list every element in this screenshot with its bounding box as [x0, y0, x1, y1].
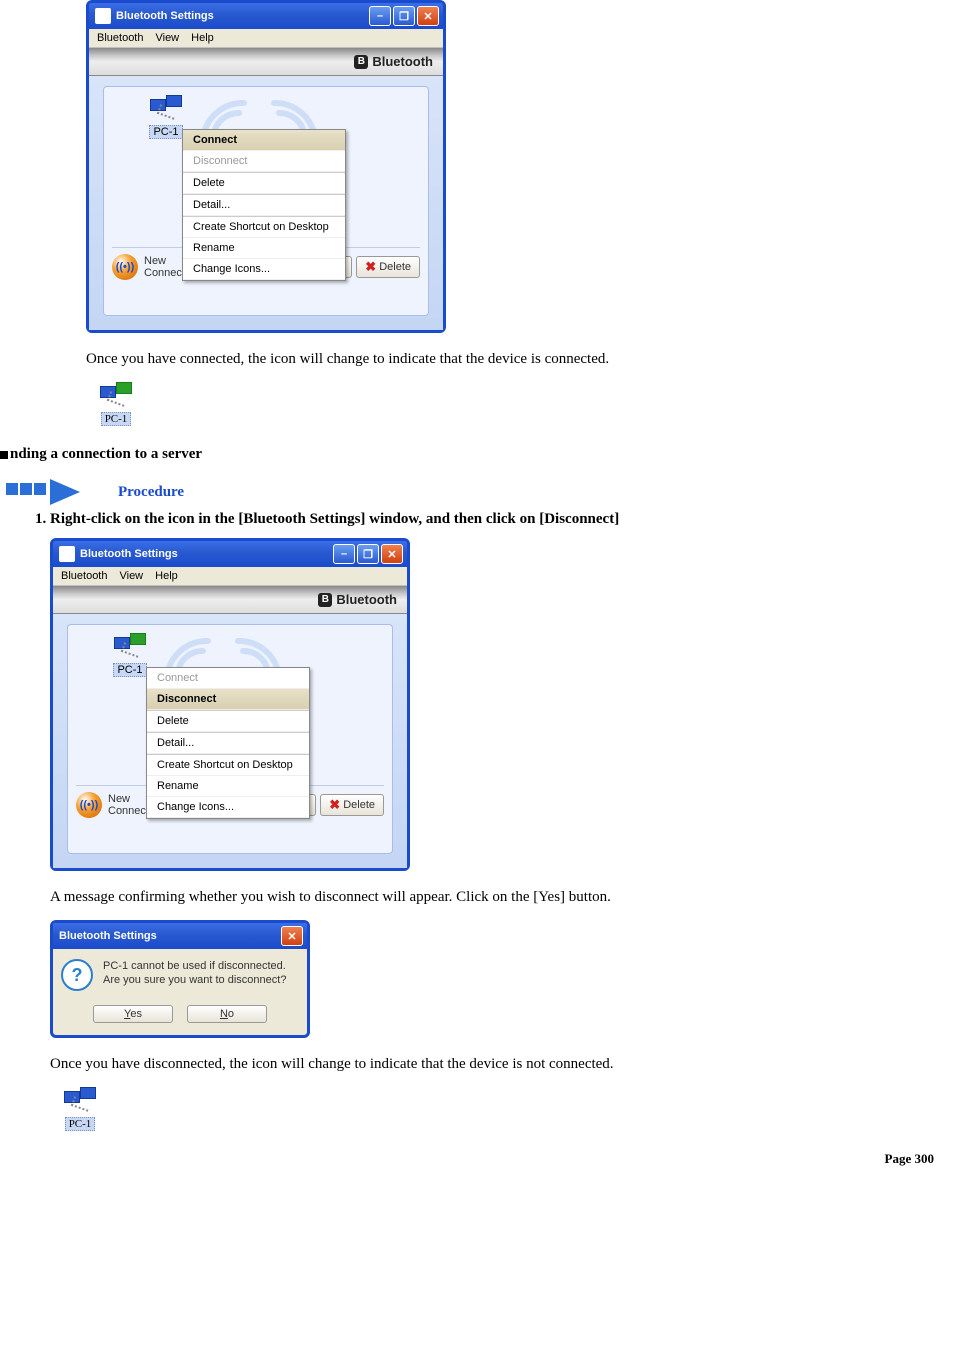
step-1: Right-click on the icon in the [Bluetoot…: [50, 511, 944, 1131]
titlebar[interactable]: ✦ Bluetooth Settings – ❐ ✕: [89, 3, 443, 29]
menu-help[interactable]: Help: [155, 570, 178, 582]
window-title: Bluetooth Settings: [116, 10, 214, 22]
device-area: PC-1 Connect Disconnect Delete Detail...…: [103, 86, 429, 316]
new-connection-icon: ((•)): [112, 254, 138, 280]
window-title: Bluetooth Settings: [80, 548, 178, 560]
ctx-shortcut[interactable]: Create Shortcut on Desktop: [183, 217, 345, 238]
dialog-close-button[interactable]: ✕: [281, 926, 303, 946]
app-icon: ✦: [95, 8, 111, 24]
delete-x-icon: ✖: [329, 797, 340, 813]
device-icon: [114, 633, 146, 661]
bluetooth-settings-window-connect: ✦ Bluetooth Settings – ❐ ✕ Bluetooth Vie…: [86, 0, 446, 333]
yes-button[interactable]: Yes: [93, 1005, 173, 1023]
question-icon: ?: [61, 959, 93, 991]
ctx-connect[interactable]: Connect: [183, 130, 345, 151]
text-after-connect: Once you have connected, the icon will c…: [86, 351, 944, 368]
no-button[interactable]: No: [187, 1005, 267, 1023]
page-number: Page 300: [0, 1151, 934, 1167]
ctx-disconnect: Disconnect: [183, 151, 345, 172]
delete-button[interactable]: ✖Delete: [320, 794, 384, 816]
menu-view[interactable]: View: [119, 570, 143, 582]
connected-device-icon-sample: PC-1: [86, 382, 944, 426]
ctx-detail[interactable]: Detail...: [147, 733, 309, 754]
confirm-dialog: Bluetooth Settings ✕ ? PC-1 cannot be us…: [50, 920, 310, 1038]
ctx-disconnect[interactable]: Disconnect: [147, 689, 309, 710]
context-menu: Connect Disconnect Delete Detail... Crea…: [182, 129, 346, 281]
bluetooth-logo-icon: B: [318, 593, 332, 607]
brand-label: Bluetooth: [336, 592, 397, 607]
dialog-titlebar[interactable]: Bluetooth Settings ✕: [53, 923, 307, 949]
close-button[interactable]: ✕: [417, 6, 439, 26]
device-label: PC-1: [113, 663, 146, 677]
dialog-message: PC-1 cannot be used if disconnected. Are…: [103, 959, 286, 991]
new-connection-icon: ((•)): [76, 792, 102, 818]
brand-bar: B Bluetooth: [89, 48, 443, 76]
menu-bluetooth[interactable]: Bluetooth: [97, 32, 143, 44]
maximize-button[interactable]: ❐: [393, 6, 415, 26]
minimize-button[interactable]: –: [369, 6, 391, 26]
app-icon: ✦: [59, 546, 75, 562]
procedure-arrow-icon: [6, 479, 96, 505]
context-menu: Connect Disconnect Delete Detail... Crea…: [146, 667, 310, 819]
ctx-delete[interactable]: Delete: [147, 711, 309, 732]
ctx-rename[interactable]: Rename: [147, 776, 309, 797]
ctx-change-icons[interactable]: Change Icons...: [183, 259, 345, 280]
text-confirm-prompt: A message confirming whether you wish to…: [50, 889, 944, 906]
delete-button[interactable]: ✖Delete: [356, 256, 420, 278]
ctx-rename[interactable]: Rename: [183, 238, 345, 259]
menubar: Bluetooth View Help: [89, 29, 443, 48]
bullet-square-icon: [0, 451, 8, 459]
maximize-button[interactable]: ❐: [357, 544, 379, 564]
close-button[interactable]: ✕: [381, 544, 403, 564]
procedure-heading-row: Procedure: [6, 479, 944, 505]
menu-view[interactable]: View: [155, 32, 179, 44]
bluetooth-logo-icon: B: [354, 55, 368, 69]
bluetooth-settings-window-disconnect: ✦ Bluetooth Settings – ❐ ✕ Bluetooth Vie…: [50, 538, 410, 871]
ctx-detail[interactable]: Detail...: [183, 195, 345, 216]
ctx-change-icons[interactable]: Change Icons...: [147, 797, 309, 818]
titlebar[interactable]: ✦ Bluetooth Settings – ❐ ✕: [53, 541, 407, 567]
procedure-label: Procedure: [118, 484, 184, 501]
disconnected-device-icon-sample: PC-1: [50, 1087, 944, 1131]
menubar: Bluetooth View Help: [53, 567, 407, 586]
menu-bluetooth[interactable]: Bluetooth: [61, 570, 107, 582]
ending-connection-heading: nding a connection to a server: [0, 446, 944, 463]
delete-x-icon: ✖: [365, 259, 376, 275]
device-area: PC-1 Connect Disconnect Delete Detail...…: [67, 624, 393, 854]
text-after-disconnect: Once you have disconnected, the icon wil…: [50, 1056, 944, 1073]
device-label: PC-1: [149, 125, 182, 139]
device-icon: [150, 95, 182, 123]
ctx-delete[interactable]: Delete: [183, 173, 345, 194]
menu-help[interactable]: Help: [191, 32, 214, 44]
minimize-button[interactable]: –: [333, 544, 355, 564]
dialog-title: Bluetooth Settings: [59, 930, 157, 942]
brand-bar: B Bluetooth: [53, 586, 407, 614]
brand-label: Bluetooth: [372, 54, 433, 69]
ctx-shortcut[interactable]: Create Shortcut on Desktop: [147, 755, 309, 776]
ctx-connect: Connect: [147, 668, 309, 689]
